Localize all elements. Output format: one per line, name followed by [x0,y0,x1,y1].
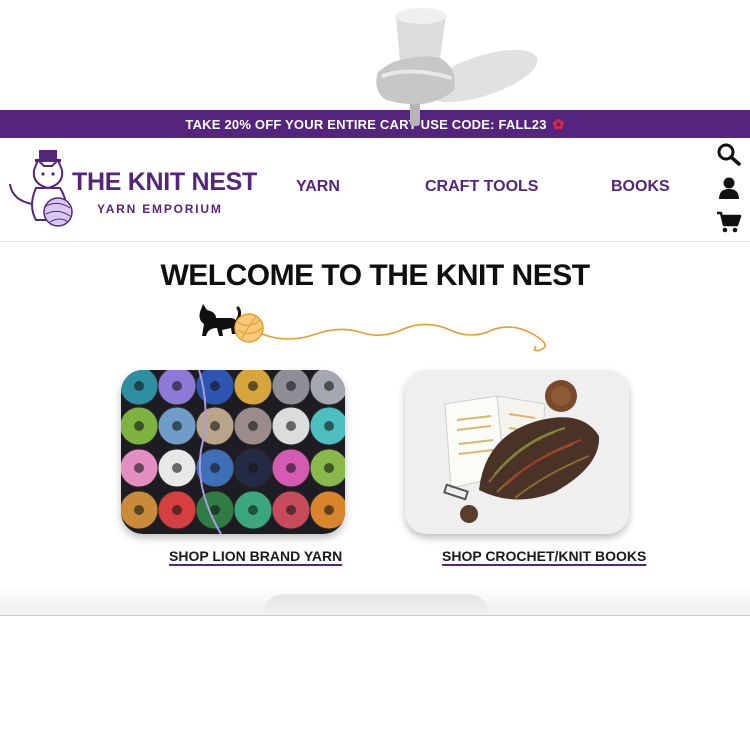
nav-item-craft-tools[interactable]: CRAFT TOOLS [425,178,538,196]
nav-item-books[interactable]: BOOKS [611,178,670,196]
blank-area [0,616,750,750]
crochet-knit-books-image[interactable] [405,370,629,534]
brand-tagline: YARN EMPORIUM [97,202,223,216]
brand-name: THE KNIT NEST [72,168,257,196]
welcome-title: WELCOME TO THE KNIT NEST [160,259,590,292]
search-icon[interactable] [716,142,742,166]
cat-yarn-divider-icon [199,304,546,352]
lion-brand-yarn-image[interactable] [121,370,345,534]
site-header: THE KNIT NEST YARN EMPORIUM YARN CRAFT T… [0,138,750,242]
nav-item-yarn[interactable]: YARN [296,178,340,196]
shop-lion-brand-yarn-link[interactable]: SHOP LION BRAND YARN [169,548,342,564]
cart-icon[interactable] [716,210,742,234]
shop-crochet-knit-books-link[interactable]: SHOP CROCHET/KNIT BOOKS [442,548,646,564]
brand-logo[interactable]: THE KNIT NEST YARN EMPORIUM [6,146,257,228]
maple-leaf-icon: ✿ [552,115,565,132]
account-icon[interactable] [716,176,742,200]
push-pin-icon [376,8,538,126]
